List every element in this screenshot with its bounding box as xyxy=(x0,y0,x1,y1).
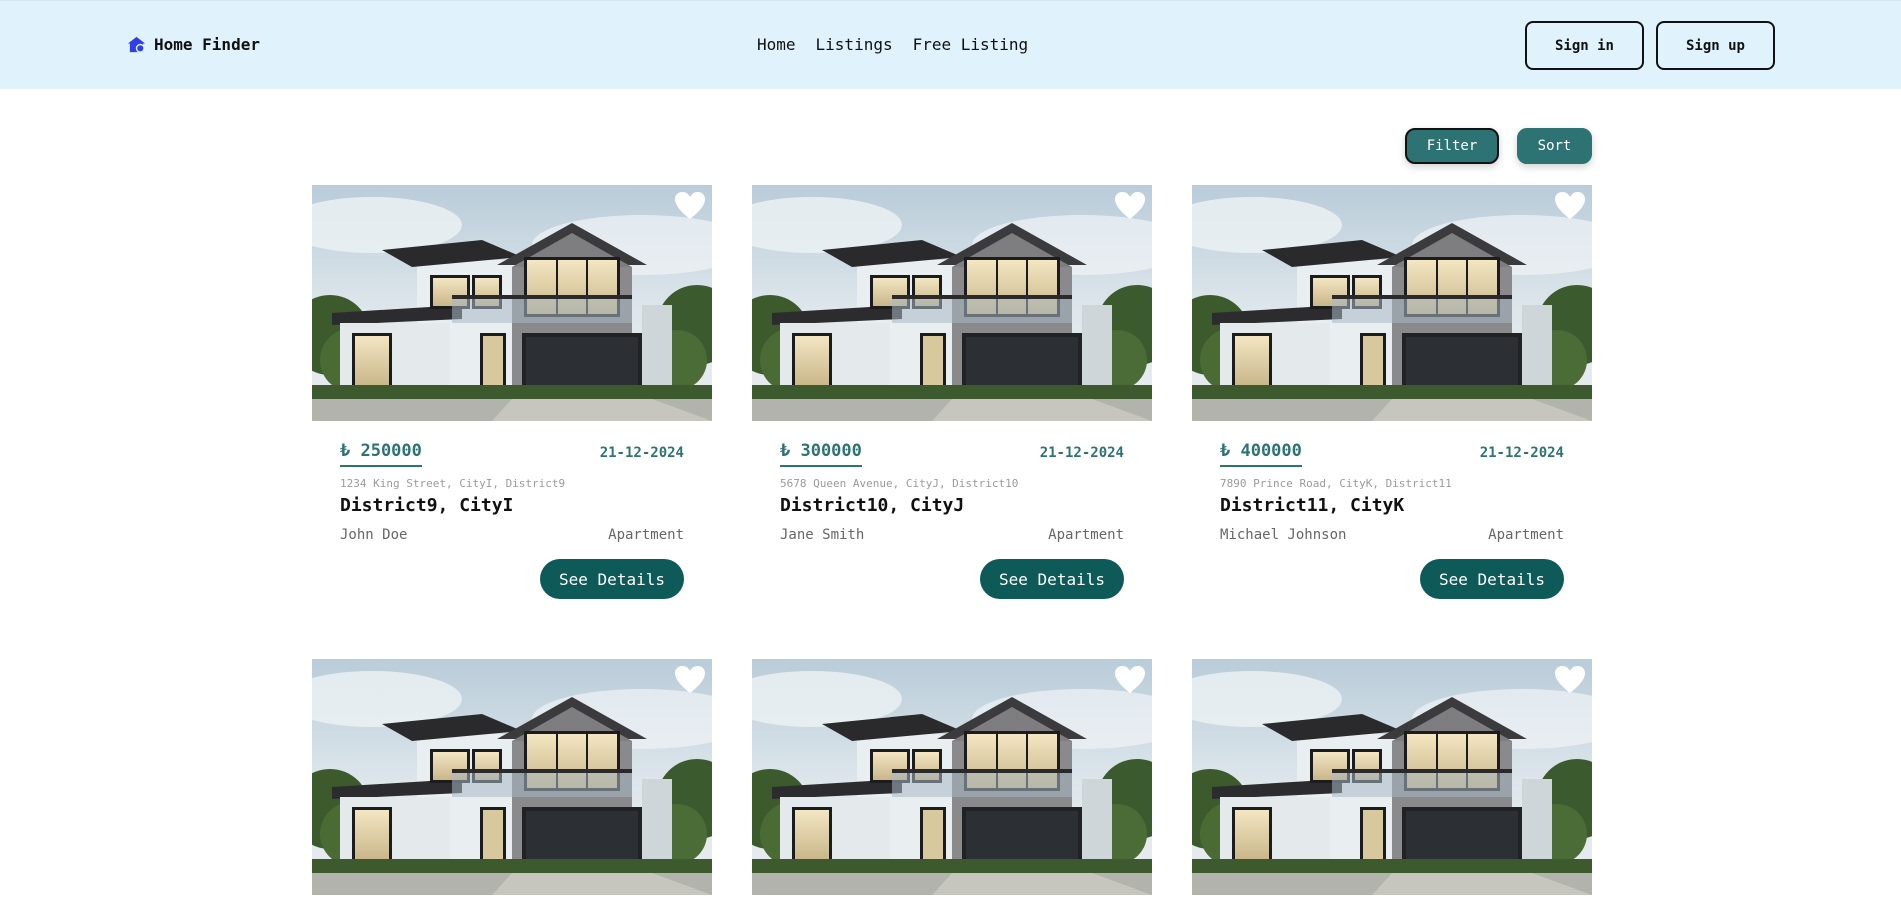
sort-button[interactable]: Sort xyxy=(1517,128,1592,164)
listing-address: 7890 Prince Road, CityK, District11 xyxy=(1220,477,1452,490)
house-image xyxy=(312,659,712,895)
nav-link-home[interactable]: Home xyxy=(757,35,796,54)
heart-icon[interactable] xyxy=(1554,191,1586,221)
listing-location: District10, CityJ xyxy=(780,495,965,516)
house-image xyxy=(1192,185,1592,421)
sign-in-button[interactable]: Sign in xyxy=(1525,21,1644,70)
listing-card xyxy=(1192,659,1592,895)
sign-up-button[interactable]: Sign up xyxy=(1656,21,1775,70)
listing-address: 1234 King Street, CityI, District9 xyxy=(340,477,566,490)
listing-card xyxy=(752,659,1152,895)
listing-address: 5678 Queen Avenue, CityJ, District10 xyxy=(780,477,1019,490)
heart-icon[interactable] xyxy=(1114,665,1146,695)
listing-owner: Michael Johnson xyxy=(1220,527,1347,543)
listing-card: ₺ 250000 21-12-2024 1234 King Street, Ci… xyxy=(312,185,712,621)
see-details-button[interactable]: See Details xyxy=(540,559,684,599)
house-photo[interactable] xyxy=(312,659,712,895)
card-body: ₺ 300000 21-12-2024 5678 Queen Avenue, C… xyxy=(752,421,1152,621)
heart-icon[interactable] xyxy=(1554,665,1586,695)
listing-price: ₺ 400000 xyxy=(1220,441,1302,467)
listing-type: Apartment xyxy=(1048,527,1124,543)
listing-location: District11, CityK xyxy=(1220,495,1405,516)
listing-location: District9, CityI xyxy=(340,495,514,516)
nav-links: Home Listings Free Listing xyxy=(757,35,1028,54)
listing-date: 21-12-2024 xyxy=(1479,445,1564,461)
house-image xyxy=(1192,659,1592,895)
card-body: ₺ 400000 21-12-2024 7890 Prince Road, Ci… xyxy=(1192,421,1592,621)
top-navbar: Home Finder Home Listings Free Listing S… xyxy=(0,0,1901,89)
listing-type: Apartment xyxy=(1488,527,1564,543)
heart-icon[interactable] xyxy=(674,191,706,221)
card-body: ₺ 250000 21-12-2024 1234 King Street, Ci… xyxy=(312,421,712,621)
brand[interactable]: Home Finder xyxy=(127,35,260,54)
house-image xyxy=(312,185,712,421)
listing-owner: Jane Smith xyxy=(780,527,865,543)
nav-link-free-listing[interactable]: Free Listing xyxy=(913,35,1029,54)
house-image xyxy=(752,185,1152,421)
heart-icon[interactable] xyxy=(674,665,706,695)
listing-date: 21-12-2024 xyxy=(1039,445,1124,461)
see-details-button[interactable]: See Details xyxy=(980,559,1124,599)
see-details-button[interactable]: See Details xyxy=(1420,559,1564,599)
house-image xyxy=(752,659,1152,895)
listing-card: ₺ 300000 21-12-2024 5678 Queen Avenue, C… xyxy=(752,185,1152,621)
house-photo[interactable] xyxy=(752,659,1152,895)
listing-owner: John Doe xyxy=(340,527,408,543)
listing-price: ₺ 300000 xyxy=(780,441,862,467)
filter-button[interactable]: Filter xyxy=(1405,128,1499,164)
listing-card: ₺ 400000 21-12-2024 7890 Prince Road, Ci… xyxy=(1192,185,1592,621)
house-photo[interactable] xyxy=(1192,185,1592,421)
heart-icon[interactable] xyxy=(1114,191,1146,221)
listing-type: Apartment xyxy=(608,527,684,543)
house-photo[interactable] xyxy=(1192,659,1592,895)
listing-card xyxy=(312,659,712,895)
listing-price: ₺ 250000 xyxy=(340,441,422,467)
brand-name: Home Finder xyxy=(154,35,260,54)
listing-date: 21-12-2024 xyxy=(599,445,684,461)
house-photo[interactable] xyxy=(752,185,1152,421)
house-photo[interactable] xyxy=(312,185,712,421)
nav-link-listings[interactable]: Listings xyxy=(816,35,893,54)
house-icon xyxy=(127,36,146,53)
